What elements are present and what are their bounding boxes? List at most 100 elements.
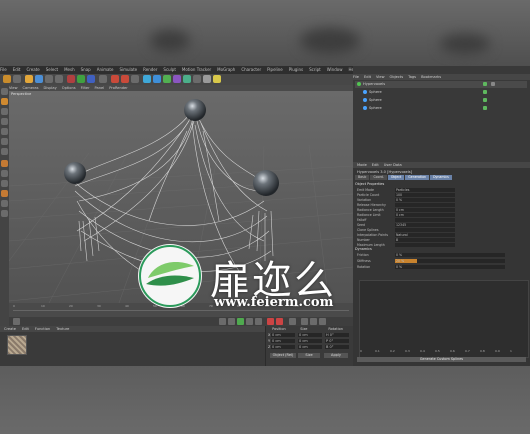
dynamics-slider[interactable]: 0 % bbox=[395, 265, 505, 269]
attribute-field[interactable]: 0 % bbox=[395, 198, 455, 202]
size-z-field[interactable]: 0 cm bbox=[298, 345, 322, 349]
go-to-start-icon[interactable] bbox=[219, 318, 226, 325]
attribute-field[interactable] bbox=[395, 203, 455, 207]
object-row-hypervoxels[interactable]: Hypervoxels bbox=[355, 81, 527, 88]
menu-item-create[interactable]: Create bbox=[26, 67, 39, 72]
object-menu-file[interactable]: File bbox=[353, 75, 359, 79]
object-row-sphere[interactable]: Sphere bbox=[355, 105, 530, 112]
render-view-icon[interactable] bbox=[111, 75, 119, 83]
autokey-icon[interactable] bbox=[276, 318, 283, 325]
viewport-menu-view[interactable]: View bbox=[9, 86, 18, 90]
attribute-field[interactable]: Particles bbox=[395, 188, 455, 192]
viewport-menu-filter[interactable]: Filter bbox=[81, 86, 90, 90]
keyframe-selection-icon[interactable] bbox=[289, 318, 296, 325]
dynamics-slider[interactable]: 0 % bbox=[395, 253, 505, 257]
attribute-menu-user-data[interactable]: User Data bbox=[384, 163, 402, 167]
spline-graph[interactable]: 0 0.1 0.2 0.3 0.4 0.5 0.6 0.7 0.8 0.9 1 bbox=[359, 280, 529, 358]
play-icon[interactable] bbox=[237, 318, 244, 325]
workplane-icon[interactable] bbox=[1, 118, 8, 125]
next-key-icon[interactable] bbox=[246, 318, 253, 325]
tab-coord[interactable]: Coord. bbox=[370, 175, 387, 180]
material-menu-create[interactable]: Create bbox=[4, 327, 16, 331]
menu-item-character[interactable]: Character bbox=[241, 67, 261, 72]
polygons-mode-icon[interactable] bbox=[1, 148, 8, 155]
attribute-menu-mode[interactable]: Mode bbox=[357, 163, 367, 167]
menu-item-render[interactable]: Render bbox=[143, 67, 157, 72]
axis-mode-icon[interactable] bbox=[1, 160, 8, 167]
position-y-field[interactable]: 0 cm bbox=[271, 339, 295, 343]
object-row-sphere[interactable]: Sphere bbox=[355, 97, 530, 104]
position-z-field[interactable]: 0 cm bbox=[271, 345, 295, 349]
visibility-check-icon[interactable] bbox=[483, 82, 487, 86]
tab-basic[interactable]: Basic bbox=[355, 175, 370, 180]
frame-field[interactable] bbox=[13, 318, 20, 325]
menu-item-motion-tracker[interactable]: Motion Tracker bbox=[182, 67, 211, 72]
sphere-object[interactable] bbox=[184, 99, 206, 121]
rotation-p-field[interactable]: P 0° bbox=[325, 339, 349, 343]
viewport-menu-panel[interactable]: Panel bbox=[95, 86, 105, 90]
object-menu-view[interactable]: View bbox=[376, 75, 385, 79]
texture-mode-icon[interactable] bbox=[1, 108, 8, 115]
menu-item-pipeline[interactable]: Pipeline bbox=[267, 67, 283, 72]
menu-item-edit[interactable]: Edit bbox=[13, 67, 21, 72]
light-icon[interactable] bbox=[213, 75, 221, 83]
menu-item-animate[interactable]: Animate bbox=[97, 67, 114, 72]
object-menu-tags[interactable]: Tags bbox=[408, 75, 416, 79]
position-x-field[interactable]: 0 cm bbox=[271, 333, 295, 337]
move-tool-icon[interactable] bbox=[25, 75, 33, 83]
menu-item-mesh[interactable]: Mesh bbox=[64, 67, 75, 72]
attribute-field[interactable] bbox=[395, 243, 455, 247]
go-to-end-icon[interactable] bbox=[255, 318, 262, 325]
generate-custom-splines-button[interactable]: Generate Custom Splines bbox=[357, 357, 526, 362]
menu-item-simulate[interactable]: Simulate bbox=[119, 67, 137, 72]
coordinate-system-icon[interactable] bbox=[99, 75, 107, 83]
material-menu-texture[interactable]: Texture bbox=[56, 327, 69, 331]
material-thumbnail[interactable] bbox=[7, 335, 27, 355]
size-mode-dropdown[interactable]: Size bbox=[298, 353, 320, 358]
object-menu-objects[interactable]: Objects bbox=[390, 75, 404, 79]
solo-icon[interactable] bbox=[1, 190, 8, 197]
record-icon[interactable] bbox=[267, 318, 274, 325]
attribute-field[interactable]: 8 bbox=[395, 238, 455, 242]
material-menu-function[interactable]: Function bbox=[35, 327, 50, 331]
attribute-field[interactable]: 0 cm bbox=[395, 208, 455, 212]
menu-item-plugins[interactable]: Plugins bbox=[289, 67, 303, 72]
visibility-check-icon[interactable] bbox=[483, 90, 487, 94]
select-tool-icon[interactable] bbox=[35, 75, 43, 83]
edges-mode-icon[interactable] bbox=[1, 138, 8, 145]
tab-object[interactable]: Object bbox=[387, 175, 405, 180]
visibility-check-icon[interactable] bbox=[483, 98, 487, 102]
size-y-field[interactable]: 0 cm bbox=[298, 339, 322, 343]
attribute-field[interactable] bbox=[395, 218, 455, 222]
undo-icon[interactable] bbox=[3, 75, 11, 83]
scale-key-icon[interactable] bbox=[310, 318, 317, 325]
rotation-key-icon[interactable] bbox=[319, 318, 326, 325]
attribute-field[interactable]: 100 bbox=[395, 193, 455, 197]
make-editable-icon[interactable] bbox=[1, 88, 8, 95]
model-mode-icon[interactable] bbox=[1, 98, 8, 105]
deformer-icon[interactable] bbox=[183, 75, 191, 83]
sphere-object[interactable] bbox=[64, 162, 86, 184]
y-axis-icon[interactable] bbox=[77, 75, 85, 83]
attribute-field[interactable]: Natural bbox=[395, 233, 455, 237]
camera-icon[interactable] bbox=[203, 75, 211, 83]
coord-mode-dropdown[interactable]: Object (Rel) bbox=[270, 353, 296, 358]
menu-item-file[interactable]: File bbox=[0, 67, 7, 72]
size-x-field[interactable]: 0 cm bbox=[298, 333, 322, 337]
pen-spline-icon[interactable] bbox=[153, 75, 161, 83]
viewport-menu-options[interactable]: Options bbox=[62, 86, 76, 90]
object-menu-bookmarks[interactable]: Bookmarks bbox=[421, 75, 441, 79]
attribute-menu-edit[interactable]: Edit bbox=[372, 163, 379, 167]
tab-dynamics[interactable]: Dynamics bbox=[430, 175, 452, 180]
viewport-menu-cameras[interactable]: Cameras bbox=[23, 86, 39, 90]
lock-workplane-icon[interactable] bbox=[1, 200, 8, 207]
attribute-field[interactable]: 12345 bbox=[395, 223, 455, 227]
array-icon[interactable] bbox=[173, 75, 181, 83]
planar-workplane-icon[interactable] bbox=[1, 210, 8, 217]
attribute-field[interactable]: 0 cm bbox=[395, 213, 455, 217]
dynamics-slider[interactable]: 20 % bbox=[395, 259, 505, 263]
snap-icon[interactable] bbox=[1, 180, 8, 187]
rotation-h-field[interactable]: H 0° bbox=[325, 333, 349, 337]
viewport-menu-display[interactable]: Display bbox=[44, 86, 57, 90]
object-menu-edit[interactable]: Edit bbox=[364, 75, 371, 79]
